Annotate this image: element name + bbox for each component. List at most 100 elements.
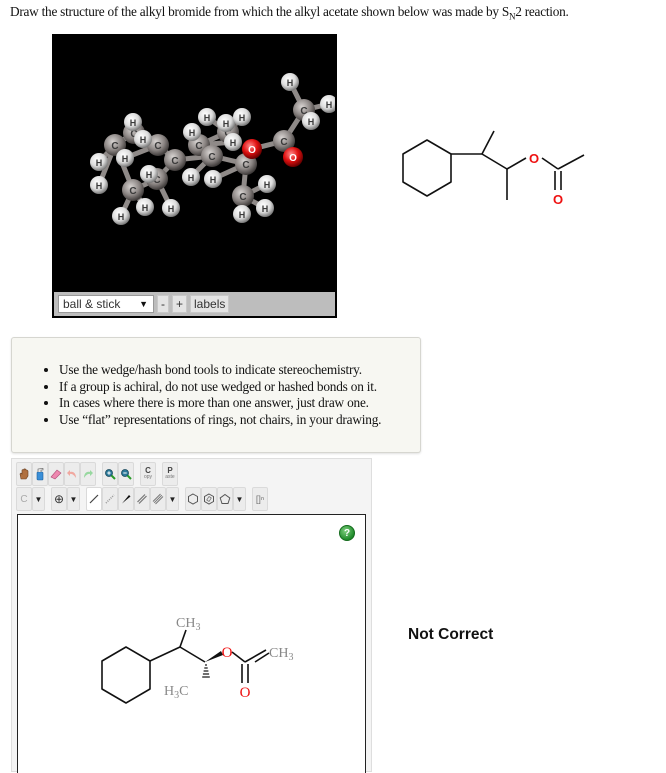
atom-label: H: [140, 135, 147, 145]
atom-label: H: [188, 173, 195, 183]
tool-group-zoom: [102, 462, 134, 486]
bond: [179, 646, 206, 663]
zoom-in-button[interactable]: [102, 462, 118, 486]
cyclopentane-ring-tool[interactable]: [217, 487, 233, 511]
carbonyl-oxygen-label: O: [240, 685, 251, 701]
bracket-tool-button[interactable]: []ⁿ: [252, 487, 268, 511]
hash-bond-tool[interactable]: [102, 487, 118, 511]
atom-label: H: [118, 212, 125, 222]
instruction-item: In cases where there is more than one an…: [59, 395, 420, 412]
move-tool-button[interactable]: [16, 462, 32, 486]
ball-and-stick-model[interactable]: CCCCCCCCCCCOCOCHHHH HHHHHH HHHHHHHHHHHH: [54, 36, 335, 292]
hydrogen-atom: H: [112, 207, 130, 225]
bond: [557, 154, 585, 170]
help-icon[interactable]: ?: [339, 525, 355, 541]
benzene-ring-tool[interactable]: [185, 487, 201, 511]
wedge-bond-tool[interactable]: [118, 487, 134, 511]
atom-label: H: [230, 138, 237, 148]
hydrogen-atom: H: [124, 113, 142, 131]
zoom-in-icon: [105, 469, 116, 480]
molecule-3d-viewer[interactable]: CCCCCCCCCCCOCOCHHHHHHHHHHHHHHHHHHHHHH ba…: [52, 34, 337, 318]
atom-label: H: [189, 128, 196, 138]
atom-label: H: [122, 154, 129, 164]
atom-label: H: [96, 181, 103, 191]
atom-label: C: [242, 160, 249, 171]
bond: [481, 153, 508, 170]
atom-label: C: [208, 152, 215, 163]
atom-label: C: [195, 141, 202, 152]
instructions-list: Use the wedge/hash bond tools to indicat…: [12, 338, 420, 428]
atom-label: O: [289, 153, 297, 164]
single-bond-tool[interactable]: [86, 487, 102, 511]
double-bond-tool[interactable]: [134, 487, 150, 511]
zoom-out-button[interactable]: [118, 462, 134, 486]
undo-icon: [67, 470, 76, 478]
bond: [179, 629, 187, 648]
hydrogen-atom: H: [136, 198, 154, 216]
atom-label: H: [146, 170, 153, 180]
clear-tool-button[interactable]: [32, 462, 48, 486]
ester-oxygen-label: O: [222, 645, 233, 661]
carbon-atom: C: [232, 185, 254, 207]
instruction-item: Use the wedge/hash bond tools to indicat…: [59, 362, 420, 379]
bond: [506, 157, 527, 170]
drawing-canvas[interactable]: ? CH3 CH3 H3C O O: [17, 514, 366, 773]
atom-label: H: [96, 158, 103, 168]
methyl-top-label: CH3: [176, 616, 200, 633]
atom-label: H: [210, 175, 217, 185]
atom-label: O: [248, 145, 256, 156]
ring-dropdown-icon[interactable]: ▼: [233, 487, 246, 511]
tool-group-paste: Paste: [162, 462, 178, 486]
charge-dropdown-icon[interactable]: ▼: [67, 487, 80, 511]
bond: [541, 157, 559, 170]
hydrogen-atom: H: [162, 199, 180, 217]
reference-skeletal-structure: O O: [402, 130, 585, 207]
hydrogen-atom: H: [140, 165, 158, 183]
atom-tool-button[interactable]: C: [16, 487, 32, 511]
viewer-controls: ball & stick ▼ - + labels: [54, 292, 335, 316]
atom-label: C: [171, 156, 178, 167]
zoom-minus-button[interactable]: -: [157, 295, 169, 313]
hydrogen-atom: H: [183, 123, 201, 141]
drawn-structure[interactable]: CH3 CH3 H3C O O: [88, 605, 318, 715]
hydrogen-atom: H: [116, 149, 134, 167]
paste-sublabel: aste: [165, 474, 175, 480]
atom-label: H: [239, 113, 246, 123]
tool-group-bracket: []ⁿ: [252, 487, 268, 511]
hydrogen-atom: H: [224, 133, 242, 151]
atom-dropdown-icon[interactable]: ▼: [32, 487, 45, 511]
hydrogen-atom: H: [198, 108, 216, 126]
copy-button[interactable]: Copy: [140, 462, 156, 486]
triple-bond-icon: [152, 493, 164, 505]
atom-label: H: [326, 100, 333, 110]
eraser-tool-button[interactable]: [48, 462, 64, 486]
undo-button[interactable]: [64, 462, 80, 486]
charge-tool-button[interactable]: ⊕: [51, 487, 67, 511]
atom-label: H: [204, 113, 211, 123]
cyclohexane-ring: [101, 646, 151, 704]
atom-label: H: [264, 180, 271, 190]
atom-label: H: [223, 119, 230, 129]
paste-button[interactable]: Paste: [162, 462, 178, 486]
cyclohexane-ring-tool[interactable]: [201, 487, 217, 511]
labels-toggle-button[interactable]: labels: [190, 295, 230, 313]
hashed-wedge-icon: [105, 494, 115, 504]
hydrogen-atom: H: [233, 108, 251, 126]
zoom-out-icon: [121, 469, 132, 480]
hydrogen-atom: H: [182, 168, 200, 186]
toolbar-row-2: C ▼ ⊕ ▼ ▼ ▼ []ⁿ: [16, 487, 274, 511]
toolbar-row-1: Copy Paste: [16, 462, 184, 486]
hydrogen-atom: H: [204, 170, 222, 188]
instruction-item: Use “flat” representations of rings, not…: [59, 412, 420, 429]
atom-label: H: [168, 204, 175, 214]
zoom-plus-button[interactable]: +: [172, 295, 188, 313]
hydrogen-atom: H: [281, 73, 299, 91]
hydrogen-atom: H: [320, 95, 335, 113]
triple-bond-tool[interactable]: [150, 487, 166, 511]
redo-icon: [84, 470, 93, 478]
render-style-select[interactable]: ball & stick ▼: [58, 295, 154, 313]
redo-button[interactable]: [80, 462, 96, 486]
carbonyl-oxygen-label: O: [553, 192, 563, 207]
bond-dropdown-icon[interactable]: ▼: [166, 487, 179, 511]
result-status: Not Correct: [408, 626, 494, 643]
